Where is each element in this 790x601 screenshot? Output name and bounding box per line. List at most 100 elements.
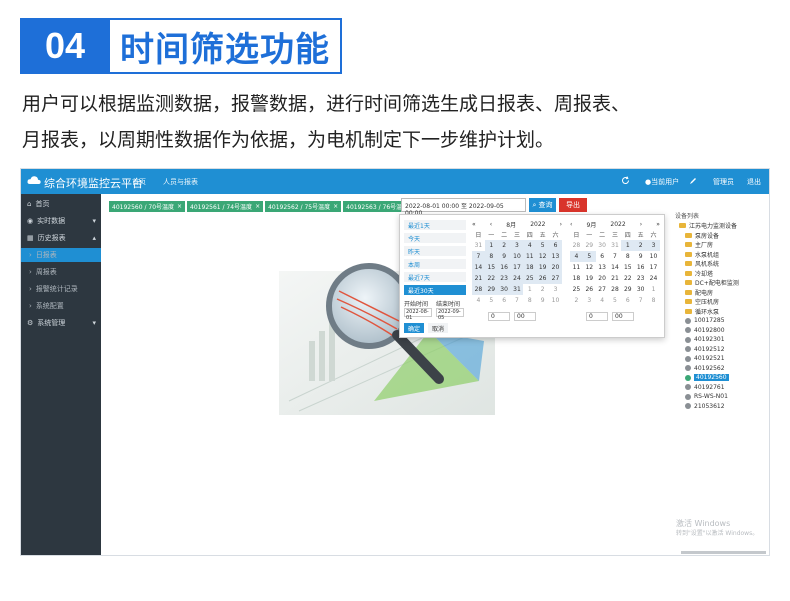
calendar-day[interactable]: 15 [621, 262, 634, 273]
current-user[interactable]: ●当前用户 [645, 177, 679, 187]
calendar-day[interactable]: 6 [549, 240, 562, 251]
calendar-day[interactable]: 13 [549, 251, 562, 262]
preset-last-1-day[interactable]: 最近1天 [404, 220, 466, 230]
calendar-day[interactable]: 11 [570, 262, 583, 273]
calendar-day[interactable]: 1 [484, 240, 498, 251]
calendar-day[interactable]: 25 [570, 284, 583, 295]
refresh-icon[interactable] [621, 176, 630, 185]
calendar-day[interactable]: 11 [523, 251, 537, 262]
calendar-day[interactable]: 22 [484, 273, 498, 284]
cancel-button[interactable]: 取消 [428, 323, 448, 333]
calendar-day[interactable]: 8 [484, 251, 498, 262]
calendar-day[interactable]: 25 [523, 273, 537, 284]
calendar-day[interactable]: 2 [634, 240, 648, 251]
tree-folder[interactable]: 循环水泵 [685, 307, 719, 316]
next-month-icon[interactable]: › [640, 221, 642, 228]
calendar-day[interactable]: 21 [472, 273, 485, 284]
prev-month-icon[interactable]: ‹ [570, 221, 572, 228]
sidebar-item-daily-report[interactable]: › 日报表 [21, 248, 101, 262]
tree-device[interactable]: 40192562 [685, 364, 725, 372]
calendar-day[interactable]: 31 [472, 240, 485, 251]
tree-device[interactable]: 40192301 [685, 336, 725, 344]
calendar-day[interactable]: 7 [511, 295, 524, 306]
calendar-day[interactable]: 10 [647, 251, 660, 262]
preset-this-week[interactable]: 本周 [404, 259, 466, 269]
calendar-day[interactable]: 27 [549, 273, 562, 284]
calendar-day[interactable]: 23 [634, 273, 647, 284]
preset-last-30-days[interactable]: 最近30天 [404, 285, 466, 295]
calendar-day[interactable]: 2 [497, 240, 511, 251]
calendar-day[interactable]: 24 [647, 273, 660, 284]
calendar-day[interactable]: 29 [621, 284, 634, 295]
calendar-day[interactable]: 26 [536, 273, 550, 284]
calendar-day[interactable]: 15 [484, 262, 498, 273]
export-button[interactable]: 导出 [559, 198, 587, 212]
calendar-day[interactable]: 8 [621, 251, 634, 262]
calendar-day[interactable]: 13 [596, 262, 609, 273]
right-hour-select[interactable]: 0 [586, 312, 608, 321]
calendar-day[interactable]: 23 [497, 273, 511, 284]
calendar-day[interactable]: 5 [582, 251, 596, 262]
close-icon[interactable]: × [333, 203, 338, 210]
calendar-day[interactable]: 19 [536, 262, 550, 273]
calendar-day[interactable]: 24 [510, 273, 524, 284]
tree-device[interactable]: 40192560 [685, 374, 729, 382]
tree-device[interactable]: 40192521 [685, 355, 725, 363]
sidebar-item-system-config[interactable]: › 系统配置 [21, 299, 101, 313]
query-button[interactable]: ⌕ 查询 [529, 198, 556, 212]
calendar-day[interactable]: 28 [609, 284, 622, 295]
next-year-icon[interactable]: » [656, 221, 660, 228]
calendar-day[interactable]: 3 [583, 295, 596, 306]
tree-folder[interactable]: 主厂房 [685, 241, 713, 249]
calendar-day[interactable]: 8 [523, 295, 536, 306]
calendar-day[interactable]: 12 [583, 262, 596, 273]
calendar-day[interactable]: 30 [634, 284, 647, 295]
preset-today[interactable]: 今天 [404, 233, 466, 243]
calendar-day[interactable]: 10 [549, 295, 562, 306]
left-hour-select[interactable]: 0 [488, 312, 510, 321]
sidebar-item-realtime[interactable]: ◉ 实时数据 ▾ [21, 214, 101, 228]
calendar-day[interactable]: 28 [570, 240, 583, 251]
tree-folder[interactable]: 空压机房 [685, 298, 719, 306]
confirm-button[interactable]: 确定 [404, 323, 424, 333]
tree-folder[interactable]: 泵房设备 [685, 231, 719, 240]
calendar-day[interactable]: 16 [634, 262, 647, 273]
left-year-select[interactable]: 2022 [530, 221, 545, 228]
calendar-day[interactable]: 14 [472, 262, 485, 273]
calendar-day[interactable]: 7 [609, 251, 622, 262]
prev-month-icon[interactable]: ‹ [490, 221, 492, 228]
preset-last-7-days[interactable]: 最近7天 [404, 272, 466, 282]
close-icon[interactable]: × [255, 203, 260, 210]
calendar-day[interactable]: 2 [570, 295, 583, 306]
calendar-day[interactable]: 9 [497, 251, 511, 262]
right-year-select[interactable]: 2022 [610, 221, 625, 228]
calendar-day[interactable]: 18 [523, 262, 537, 273]
calendar-day[interactable]: 10 [510, 251, 524, 262]
calendar-day[interactable]: 4 [570, 251, 583, 262]
sidebar-item-system-admin[interactable]: ⚙ 系统管理 ▾ [21, 316, 101, 330]
close-icon[interactable]: × [177, 203, 182, 210]
admin-menu[interactable]: 管理员 [713, 177, 734, 187]
calendar-day[interactable]: 9 [536, 295, 549, 306]
sidebar-item-alarm-stats[interactable]: › 报警统计记录 [21, 282, 101, 296]
left-month-select[interactable]: 8月 [506, 220, 516, 229]
calendar-day[interactable]: 3 [549, 284, 562, 295]
calendar-day[interactable]: 5 [536, 240, 550, 251]
calendar-day[interactable]: 12 [536, 251, 550, 262]
tree-device[interactable]: 10017285 [685, 317, 725, 325]
calendar-day[interactable]: 31 [609, 240, 622, 251]
device-tag[interactable]: 40192562 / 75号温度 × [265, 201, 342, 212]
tree-folder[interactable]: DC+配电柜监测 [685, 279, 739, 287]
calendar-day[interactable]: 4 [596, 295, 609, 306]
calendar-day[interactable]: 7 [634, 295, 647, 306]
calendar-day[interactable]: 30 [596, 240, 609, 251]
tree-root[interactable]: 江苏电力监测设备 [679, 221, 737, 230]
calendar-day[interactable]: 7 [472, 251, 485, 262]
left-minute-select[interactable]: 00 [514, 312, 536, 321]
calendar-day[interactable]: 20 [596, 273, 609, 284]
calendar-day[interactable]: 21 [609, 273, 622, 284]
pen-icon[interactable] [689, 177, 697, 185]
tree-device[interactable]: RS-WS-N01 [685, 393, 728, 401]
sidebar-item-history-reports[interactable]: ▦ 历史报表 ▴ [21, 231, 101, 245]
sidebar-item-home[interactable]: ⌂ 首页 [21, 197, 101, 211]
